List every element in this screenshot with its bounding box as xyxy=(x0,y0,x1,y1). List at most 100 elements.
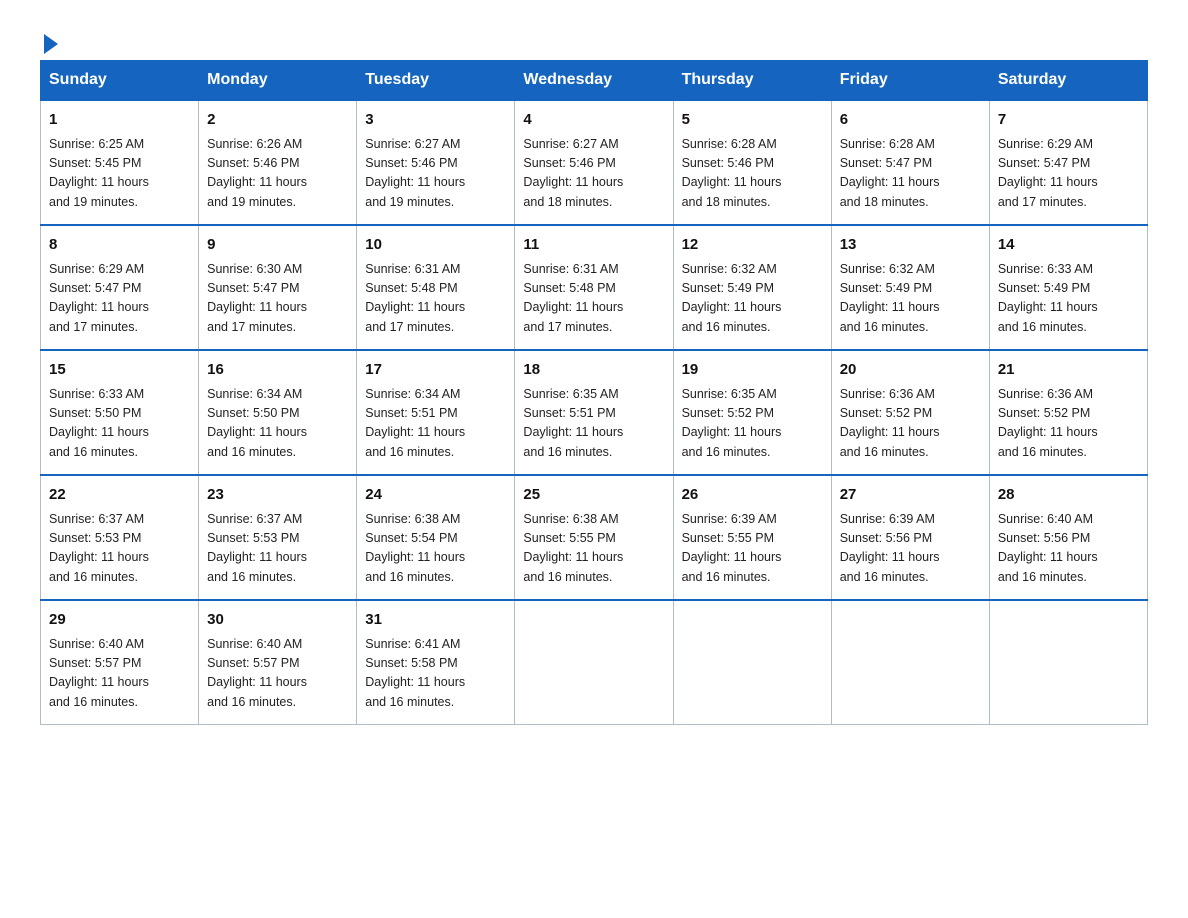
week-row-5: 29 Sunrise: 6:40 AMSunset: 5:57 PMDayligh… xyxy=(41,600,1148,725)
calendar-cell: 1Sunrise: 6:25 AMSunset: 5:45 PMDaylight… xyxy=(41,100,199,225)
day-number: 30 xyxy=(207,609,348,632)
calendar-cell: 6 Sunrise: 6:28 AMSunset: 5:47 PMDaylight… xyxy=(831,100,989,225)
day-info: Sunrise: 6:29 AMSunset: 5:47 PMDaylight:… xyxy=(998,137,1098,209)
day-info: Sunrise: 6:28 AMSunset: 5:46 PMDaylight:… xyxy=(682,137,782,209)
day-info: Sunrise: 6:40 AMSunset: 5:56 PMDaylight:… xyxy=(998,512,1098,584)
day-number: 25 xyxy=(523,484,664,507)
calendar-cell: 30 Sunrise: 6:40 AMSunset: 5:57 PMDayligh… xyxy=(199,600,357,725)
day-number: 15 xyxy=(49,359,190,382)
day-number: 3 xyxy=(365,109,506,132)
day-info: Sunrise: 6:37 AMSunset: 5:53 PMDaylight:… xyxy=(49,512,149,584)
calendar-cell xyxy=(515,600,673,725)
calendar-cell: 27Sunrise: 6:39 AMSunset: 5:56 PMDayligh… xyxy=(831,475,989,600)
calendar-cell xyxy=(989,600,1147,725)
calendar-cell: 24 Sunrise: 6:38 AMSunset: 5:54 PMDayligh… xyxy=(357,475,515,600)
day-number: 14 xyxy=(998,234,1139,257)
calendar-cell: 9 Sunrise: 6:30 AMSunset: 5:47 PMDaylight… xyxy=(199,225,357,350)
calendar-cell: 15 Sunrise: 6:33 AMSunset: 5:50 PMDayligh… xyxy=(41,350,199,475)
day-number: 28 xyxy=(998,484,1139,507)
day-info: Sunrise: 6:33 AMSunset: 5:49 PMDaylight:… xyxy=(998,262,1098,334)
day-info: Sunrise: 6:38 AMSunset: 5:54 PMDaylight:… xyxy=(365,512,465,584)
day-number: 20 xyxy=(840,359,981,382)
calendar-cell: 26Sunrise: 6:39 AMSunset: 5:55 PMDayligh… xyxy=(673,475,831,600)
day-number: 5 xyxy=(682,109,823,132)
header-wednesday: Wednesday xyxy=(515,61,673,101)
day-info: Sunrise: 6:27 AMSunset: 5:46 PMDaylight:… xyxy=(365,137,465,209)
week-row-3: 15 Sunrise: 6:33 AMSunset: 5:50 PMDayligh… xyxy=(41,350,1148,475)
day-info: Sunrise: 6:34 AMSunset: 5:50 PMDaylight:… xyxy=(207,387,307,459)
logo-arrow-icon xyxy=(44,34,58,54)
calendar-cell: 13 Sunrise: 6:32 AMSunset: 5:49 PMDayligh… xyxy=(831,225,989,350)
header-tuesday: Tuesday xyxy=(357,61,515,101)
day-info: Sunrise: 6:35 AMSunset: 5:51 PMDaylight:… xyxy=(523,387,623,459)
day-number: 22 xyxy=(49,484,190,507)
day-info: Sunrise: 6:36 AMSunset: 5:52 PMDaylight:… xyxy=(840,387,940,459)
calendar-cell: 17Sunrise: 6:34 AMSunset: 5:51 PMDayligh… xyxy=(357,350,515,475)
calendar-cell: 7 Sunrise: 6:29 AMSunset: 5:47 PMDaylight… xyxy=(989,100,1147,225)
calendar-cell: 12 Sunrise: 6:32 AMSunset: 5:49 PMDayligh… xyxy=(673,225,831,350)
day-number: 29 xyxy=(49,609,190,632)
calendar-cell: 21Sunrise: 6:36 AMSunset: 5:52 PMDayligh… xyxy=(989,350,1147,475)
day-number: 23 xyxy=(207,484,348,507)
calendar-table: SundayMondayTuesdayWednesdayThursdayFrid… xyxy=(40,60,1148,725)
week-row-1: 1Sunrise: 6:25 AMSunset: 5:45 PMDaylight… xyxy=(41,100,1148,225)
day-info: Sunrise: 6:40 AMSunset: 5:57 PMDaylight:… xyxy=(49,637,149,709)
day-info: Sunrise: 6:30 AMSunset: 5:47 PMDaylight:… xyxy=(207,262,307,334)
week-row-4: 22 Sunrise: 6:37 AMSunset: 5:53 PMDayligh… xyxy=(41,475,1148,600)
page-header xyxy=(40,30,1148,50)
day-info: Sunrise: 6:31 AMSunset: 5:48 PMDaylight:… xyxy=(523,262,623,334)
day-info: Sunrise: 6:32 AMSunset: 5:49 PMDaylight:… xyxy=(682,262,782,334)
day-info: Sunrise: 6:39 AMSunset: 5:55 PMDaylight:… xyxy=(682,512,782,584)
calendar-cell: 2Sunrise: 6:26 AMSunset: 5:46 PMDaylight… xyxy=(199,100,357,225)
logo xyxy=(40,30,58,50)
calendar-cell: 29 Sunrise: 6:40 AMSunset: 5:57 PMDayligh… xyxy=(41,600,199,725)
calendar-header-row: SundayMondayTuesdayWednesdayThursdayFrid… xyxy=(41,61,1148,101)
day-info: Sunrise: 6:28 AMSunset: 5:47 PMDaylight:… xyxy=(840,137,940,209)
day-info: Sunrise: 6:36 AMSunset: 5:52 PMDaylight:… xyxy=(998,387,1098,459)
day-info: Sunrise: 6:35 AMSunset: 5:52 PMDaylight:… xyxy=(682,387,782,459)
calendar-cell: 28 Sunrise: 6:40 AMSunset: 5:56 PMDayligh… xyxy=(989,475,1147,600)
header-saturday: Saturday xyxy=(989,61,1147,101)
day-info: Sunrise: 6:25 AMSunset: 5:45 PMDaylight:… xyxy=(49,137,149,209)
day-info: Sunrise: 6:33 AMSunset: 5:50 PMDaylight:… xyxy=(49,387,149,459)
day-number: 4 xyxy=(523,109,664,132)
header-friday: Friday xyxy=(831,61,989,101)
day-number: 18 xyxy=(523,359,664,382)
header-sunday: Sunday xyxy=(41,61,199,101)
calendar-cell: 18 Sunrise: 6:35 AMSunset: 5:51 PMDayligh… xyxy=(515,350,673,475)
day-info: Sunrise: 6:31 AMSunset: 5:48 PMDaylight:… xyxy=(365,262,465,334)
calendar-cell: 19Sunrise: 6:35 AMSunset: 5:52 PMDayligh… xyxy=(673,350,831,475)
day-info: Sunrise: 6:37 AMSunset: 5:53 PMDaylight:… xyxy=(207,512,307,584)
calendar-cell: 23 Sunrise: 6:37 AMSunset: 5:53 PMDayligh… xyxy=(199,475,357,600)
day-number: 17 xyxy=(365,359,506,382)
day-number: 13 xyxy=(840,234,981,257)
calendar-cell: 14 Sunrise: 6:33 AMSunset: 5:49 PMDayligh… xyxy=(989,225,1147,350)
calendar-cell: 25 Sunrise: 6:38 AMSunset: 5:55 PMDayligh… xyxy=(515,475,673,600)
calendar-cell: 16 Sunrise: 6:34 AMSunset: 5:50 PMDayligh… xyxy=(199,350,357,475)
day-number: 9 xyxy=(207,234,348,257)
day-number: 16 xyxy=(207,359,348,382)
header-monday: Monday xyxy=(199,61,357,101)
calendar-cell: 20 Sunrise: 6:36 AMSunset: 5:52 PMDayligh… xyxy=(831,350,989,475)
header-thursday: Thursday xyxy=(673,61,831,101)
day-info: Sunrise: 6:29 AMSunset: 5:47 PMDaylight:… xyxy=(49,262,149,334)
calendar-cell xyxy=(831,600,989,725)
calendar-cell: 5 Sunrise: 6:28 AMSunset: 5:46 PMDaylight… xyxy=(673,100,831,225)
day-info: Sunrise: 6:38 AMSunset: 5:55 PMDaylight:… xyxy=(523,512,623,584)
day-info: Sunrise: 6:27 AMSunset: 5:46 PMDaylight:… xyxy=(523,137,623,209)
calendar-cell xyxy=(673,600,831,725)
day-info: Sunrise: 6:40 AMSunset: 5:57 PMDaylight:… xyxy=(207,637,307,709)
day-number: 27 xyxy=(840,484,981,507)
day-number: 12 xyxy=(682,234,823,257)
day-number: 8 xyxy=(49,234,190,257)
calendar-cell: 8 Sunrise: 6:29 AMSunset: 5:47 PMDaylight… xyxy=(41,225,199,350)
day-number: 2 xyxy=(207,109,348,132)
calendar-cell: 4 Sunrise: 6:27 AMSunset: 5:46 PMDaylight… xyxy=(515,100,673,225)
day-info: Sunrise: 6:41 AMSunset: 5:58 PMDaylight:… xyxy=(365,637,465,709)
day-number: 24 xyxy=(365,484,506,507)
day-number: 11 xyxy=(523,234,664,257)
day-number: 7 xyxy=(998,109,1139,132)
day-info: Sunrise: 6:32 AMSunset: 5:49 PMDaylight:… xyxy=(840,262,940,334)
day-number: 31 xyxy=(365,609,506,632)
day-number: 6 xyxy=(840,109,981,132)
